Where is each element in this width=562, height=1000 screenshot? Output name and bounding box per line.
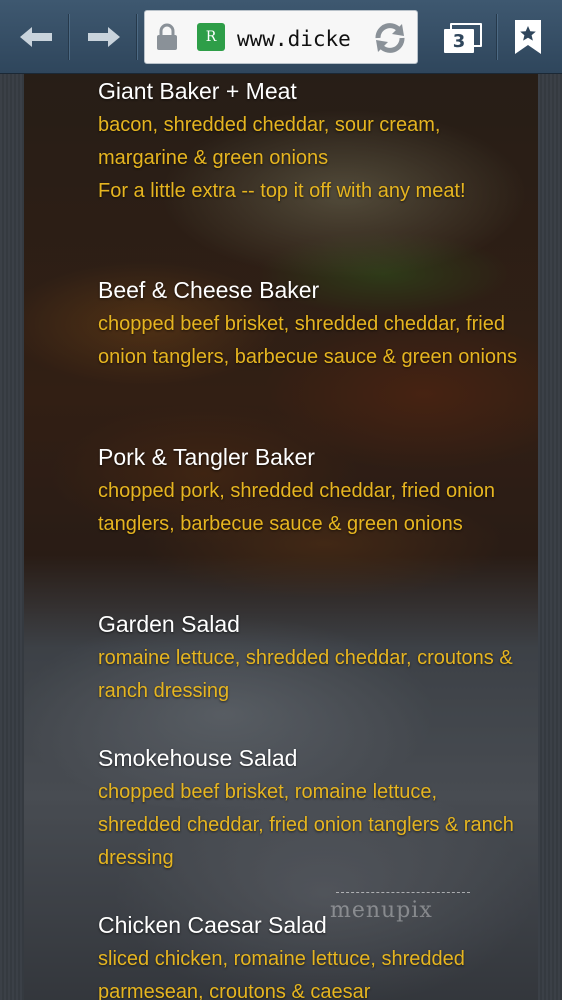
menu-item-name: Garden Salad: [98, 611, 240, 637]
toolbar-divider: [136, 14, 137, 60]
menu-item-name: Beef & Cheese Baker: [98, 277, 320, 303]
menu-item: Pork & Tangler Baker chopped pork, shred…: [98, 442, 518, 541]
menu-item-name: Pork & Tangler Baker: [98, 444, 315, 470]
web-page[interactable]: Giant Baker + Meat bacon, shredded chedd…: [0, 74, 562, 1000]
toolbar-divider: [496, 14, 497, 60]
menu-item-name: Giant Baker + Meat: [98, 78, 297, 104]
back-arrow-icon: [20, 27, 52, 47]
watermark-text: menupix: [330, 898, 433, 923]
menu-item-description: chopped beef brisket, romaine lettuce, s…: [98, 781, 514, 869]
url-text[interactable]: www.dicke: [237, 24, 365, 54]
back-button[interactable]: [8, 0, 64, 74]
site-favicon: R: [197, 23, 225, 51]
url-bar[interactable]: R www.dicke: [144, 10, 418, 64]
menupix-watermark: menupix: [330, 878, 470, 928]
menu-item-description: chopped pork, shredded cheddar, fried on…: [98, 480, 495, 535]
toolbar-divider: [68, 14, 69, 60]
menu-item-description: sliced chicken, romaine lettuce, shredde…: [98, 948, 465, 1000]
menu-item: Smokehouse Salad chopped beef brisket, r…: [98, 743, 518, 875]
menu-item: Garden Salad romaine lettuce, shredded c…: [98, 609, 518, 708]
bookmark-button[interactable]: [500, 0, 556, 74]
menu-item-description: chopped beef brisket, shredded cheddar, …: [98, 313, 518, 368]
reload-icon[interactable]: [370, 20, 410, 56]
menu-item-description: bacon, shredded cheddar, sour cream, mar…: [98, 114, 466, 202]
menu-item-name: Smokehouse Salad: [98, 745, 298, 771]
lock-icon: [157, 23, 177, 50]
page-side-border: [538, 74, 562, 1000]
menu-item: Giant Baker + Meat bacon, shredded chedd…: [98, 76, 518, 208]
tab-count: 3: [444, 29, 474, 53]
forward-arrow-icon: [88, 27, 120, 47]
bookmark-star-icon: [515, 20, 541, 54]
menu-item-description: romaine lettuce, shredded cheddar, crout…: [98, 647, 513, 702]
browser-toolbar: R www.dicke 3: [0, 0, 562, 74]
tabs-button[interactable]: 3: [432, 0, 492, 74]
tabs-icon: 3: [444, 23, 482, 53]
forward-button[interactable]: [76, 0, 132, 74]
page-side-border: [0, 74, 24, 1000]
menu-item: Beef & Cheese Baker chopped beef brisket…: [98, 275, 518, 374]
